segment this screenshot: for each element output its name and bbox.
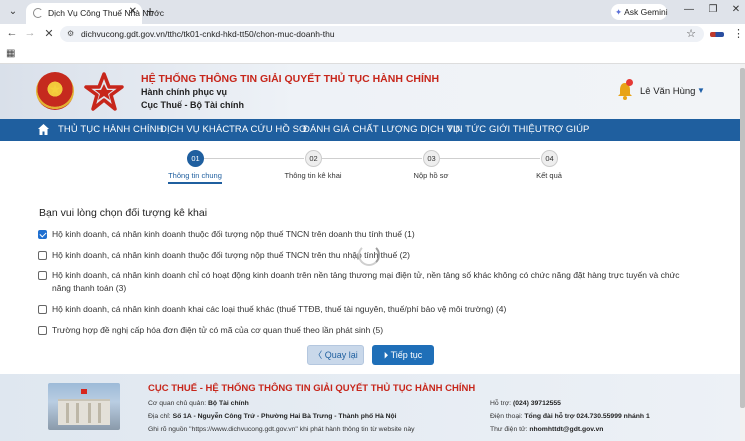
nav-gioi-thieu[interactable]: GIỚI THIỆU: [489, 124, 542, 135]
emblem-star-icon: ★: [48, 81, 62, 97]
browser-tab[interactable]: Dịch Vụ Công Thuế Nhà Nước ✕: [26, 3, 164, 24]
chevron-down-icon[interactable]: ▼: [697, 86, 705, 95]
ask-gemini-label: Ask Gemini: [624, 7, 668, 17]
extension-icon[interactable]: [710, 32, 724, 37]
step-4-circle: 04: [541, 150, 558, 167]
url-text[interactable]: dichvucong.gdt.gov.vn/tthc/tk01-cnkd-hkd…: [81, 29, 335, 39]
footer-phone: Điện thoại: Tổng đài hỗ trợ 024.730.5599…: [490, 413, 650, 420]
option-5-checkbox[interactable]: [38, 326, 47, 335]
footer-support-label: Hỗ trợ:: [490, 400, 512, 407]
option-4-label[interactable]: Hộ kinh doanh, cá nhân kinh doanh khai c…: [52, 303, 506, 315]
nav-tra-cuu-ho-so[interactable]: TRA CỨU HỒ SƠ: [229, 124, 307, 135]
footer-address-value: Số 1A - Nguyễn Công Trứ - Phường Hai Bà …: [172, 413, 397, 420]
footer-agency-label: Cơ quan chủ quản:: [148, 400, 207, 407]
restore-icon[interactable]: ❐: [706, 4, 720, 15]
building-column: [98, 403, 101, 423]
option-3-label-line2[interactable]: năng thanh toán (3): [52, 282, 126, 294]
new-tab-button[interactable]: +: [146, 3, 154, 19]
stop-loading-icon[interactable]: ✕: [42, 27, 56, 40]
minimize-icon[interactable]: —: [682, 4, 696, 15]
page-scrollbar[interactable]: [740, 64, 745, 441]
nav-tin-tuc[interactable]: TIN TỨC: [447, 124, 486, 135]
forward-icon[interactable]: →: [23, 27, 37, 39]
step-1-circle: 01: [187, 150, 204, 167]
nav-thu-tuc-hanh-chinh[interactable]: THỦ TỤC HÀNH CHÍNH: [58, 124, 164, 135]
footer-support-value: (024) 39712555: [512, 400, 561, 407]
nav-danh-gia-chat-luong[interactable]: ĐÁNH GIÁ CHẤT LƯỢNG DỊCH VỤ: [303, 124, 460, 135]
option-5-label[interactable]: Trường hợp đề nghị cấp hóa đơn điện tử c…: [52, 324, 383, 336]
site-header: ★ HỆ THỐNG THÔNG TIN GIẢI QUYẾT THỦ TỤC …: [0, 64, 740, 119]
step-2-circle: 02: [305, 150, 322, 167]
building-column: [76, 403, 79, 423]
bookmarks-bar: ▦: [0, 44, 745, 64]
nav-tro-giup[interactable]: TRỢ GIÚP: [542, 124, 589, 135]
footer-agency: Cơ quan chủ quản: Bộ Tài chính: [148, 400, 249, 407]
tax-department-logo: [84, 72, 124, 111]
flag-icon: [81, 389, 87, 394]
ask-gemini-button[interactable]: ✦ Ask Gemini: [611, 4, 668, 20]
footer-support: Hỗ trợ: (024) 39712555: [490, 400, 561, 407]
address-bar[interactable]: ⚙ dichvucong.gdt.gov.vn/tthc/tk01-cnkd-h…: [60, 26, 704, 42]
footer-phone-label: Điện thoại:: [490, 413, 523, 420]
step-4-label: Kết quả: [536, 171, 562, 180]
site-settings-icon[interactable]: ⚙: [67, 29, 74, 38]
step-connector: [440, 158, 540, 159]
system-subtitle: Hành chính phục vụ: [141, 87, 228, 97]
option-2-checkbox[interactable]: [38, 251, 47, 260]
user-name[interactable]: Lê Văn Hùng: [640, 86, 695, 97]
agency-name: Cục Thuế - Bộ Tài chính: [141, 100, 244, 110]
headquarters-photo: [48, 383, 120, 430]
footer-address: Địa chỉ: Số 1A - Nguyễn Công Trứ - Phườn…: [148, 413, 397, 420]
building-column: [88, 403, 91, 423]
footer-email-value[interactable]: nhomhttdt@gdt.gov.vn: [529, 426, 603, 433]
step-connector: [322, 158, 422, 159]
apps-grid-icon[interactable]: ▦: [6, 48, 15, 59]
option-3-label-line1[interactable]: Hộ kinh doanh, cá nhân kinh doanh chỉ có…: [52, 269, 680, 281]
option-2-label[interactable]: Hộ kinh doanh, cá nhân kinh doanh thuộc …: [52, 249, 410, 261]
back-icon[interactable]: ←: [5, 27, 19, 39]
page: ★ HỆ THỐNG THÔNG TIN GIẢI QUYẾT THỦ TỤC …: [0, 64, 740, 441]
step-3-label: Nộp hồ sơ: [413, 171, 449, 180]
browser-menu-icon[interactable]: ⋮: [733, 27, 744, 40]
option-1-checkbox[interactable]: [38, 230, 47, 239]
loading-spinner: [358, 244, 380, 266]
browser-toolbar: ← → ✕ ⚙ dichvucong.gdt.gov.vn/tthc/tk01-…: [0, 24, 745, 44]
footer-agency-value: Bộ Tài chính: [208, 400, 249, 407]
footer-email: Thư điện tử: nhomhttdt@gdt.gov.vn: [490, 426, 603, 433]
national-emblem-logo: ★: [36, 72, 74, 110]
continue-button[interactable]: ⏵ Tiếp tục: [372, 345, 434, 365]
active-step-underline: [168, 182, 222, 184]
loading-icon: [33, 8, 43, 18]
step-1-label: Thông tin chung: [168, 171, 222, 180]
main-nav: THỦ TỤC HÀNH CHÍNH DỊCH VỤ KHÁC TRA CỨU …: [0, 119, 740, 141]
form-question: Bạn vui lòng chọn đối tượng kê khai: [39, 207, 208, 219]
footer-phone-value: Tổng đài hỗ trợ 024.730.55999 nhánh 1: [524, 413, 650, 420]
close-tab-icon[interactable]: ✕: [129, 6, 137, 17]
option-3-checkbox[interactable]: [38, 271, 47, 280]
back-button[interactable]: 〈 Quay lại: [307, 345, 364, 365]
system-title: HỆ THỐNG THÔNG TIN GIẢI QUYẾT THỦ TỤC HÀ…: [141, 73, 440, 85]
step-connector: [204, 158, 304, 159]
scrollbar-thumb[interactable]: [740, 68, 745, 408]
progress-stepper: 01 Thông tin chung 02 Thông tin kê khai …: [0, 150, 740, 190]
option-1-label[interactable]: Hộ kinh doanh, cá nhân kinh doanh thuộc …: [52, 228, 415, 240]
step-3-circle: 03: [423, 150, 440, 167]
option-4-checkbox[interactable]: [38, 305, 47, 314]
nav-dich-vu-khac[interactable]: DỊCH VỤ KHÁC: [160, 124, 229, 135]
gemini-icon: ✦: [615, 7, 623, 17]
footer-address-label: Địa chỉ:: [148, 413, 171, 420]
footer-title: CỤC THUẾ - HỆ THỐNG THÔNG TIN GIẢI QUYẾT…: [148, 383, 476, 394]
home-icon[interactable]: [37, 123, 50, 136]
tab-search-icon[interactable]: ⌄: [6, 5, 20, 19]
site-footer: CỤC THUẾ - HỆ THỐNG THÔNG TIN GIẢI QUYẾT…: [0, 374, 740, 441]
step-2-label: Thông tin kê khai: [284, 171, 342, 180]
notification-dot: [626, 79, 633, 86]
building-column: [66, 403, 69, 423]
close-window-icon[interactable]: ✕: [729, 4, 743, 15]
browser-tabstrip: ⌄ Dịch Vụ Công Thuế Nhà Nước ✕ + ✦ Ask Ge…: [0, 0, 745, 24]
bookmark-star-icon[interactable]: ☆: [686, 27, 696, 40]
footer-source-note: Ghi rõ nguồn "https://www.dichvucong.gdt…: [148, 426, 415, 433]
footer-email-label: Thư điện tử:: [490, 426, 528, 433]
